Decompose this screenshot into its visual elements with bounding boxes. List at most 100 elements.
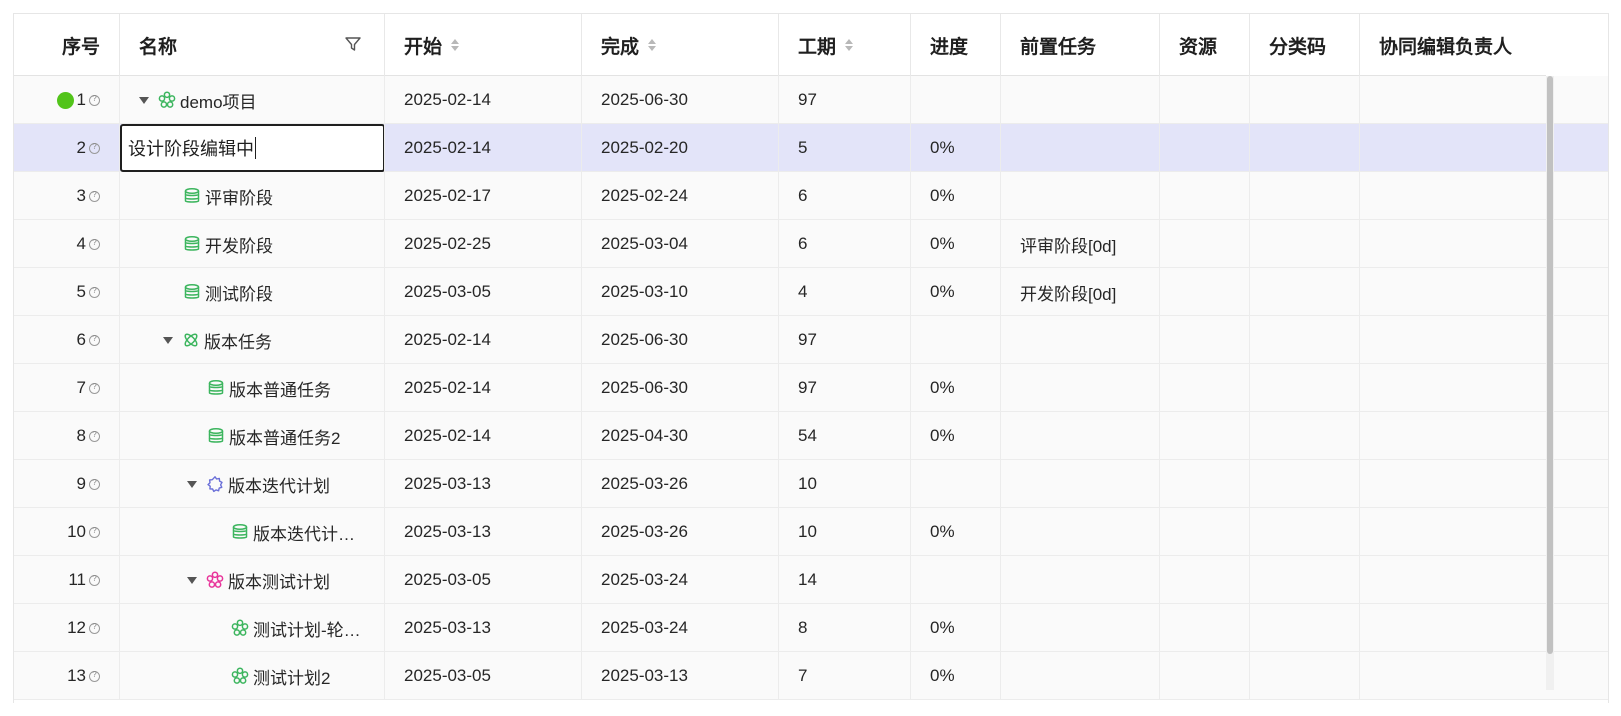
finish-cell[interactable]: 2025-03-13 — [582, 652, 779, 700]
table-row[interactable]: 5 测试阶段 2025-03-052025-03-1040%开发阶段[0d] — [14, 268, 1608, 316]
seq-cell[interactable]: 1 — [14, 76, 120, 124]
duration-cell[interactable]: 10 — [779, 508, 911, 556]
name-cell[interactable]: 测试计划-轮次1 — [120, 604, 385, 652]
predecessor-cell[interactable] — [1001, 316, 1160, 364]
table-row[interactable]: 8 版本普通任务2 2025-02-142025-04-30540% — [14, 412, 1608, 460]
expand-caret-icon[interactable] — [163, 336, 173, 344]
help-icon[interactable] — [89, 334, 100, 346]
start-cell[interactable]: 2025-02-25 — [385, 220, 582, 268]
seq-cell[interactable]: 5 — [14, 268, 120, 316]
sort-icon[interactable] — [451, 39, 460, 51]
resource-cell[interactable] — [1160, 412, 1250, 460]
predecessor-cell[interactable] — [1001, 604, 1160, 652]
co-editor-cell[interactable] — [1360, 460, 1546, 508]
co-editor-cell[interactable] — [1360, 268, 1546, 316]
start-cell[interactable]: 2025-03-13 — [385, 508, 582, 556]
finish-cell[interactable]: 2025-03-10 — [582, 268, 779, 316]
resource-cell[interactable] — [1160, 508, 1250, 556]
header-predecessor[interactable]: 前置任务 — [1001, 14, 1160, 76]
header-duration[interactable]: 工期 — [779, 14, 911, 76]
progress-cell[interactable]: 0% — [911, 220, 1001, 268]
duration-cell[interactable]: 97 — [779, 76, 911, 124]
help-icon[interactable] — [89, 478, 100, 490]
start-cell[interactable]: 2025-02-14 — [385, 316, 582, 364]
start-cell[interactable]: 2025-03-05 — [385, 268, 582, 316]
help-icon[interactable] — [89, 190, 100, 202]
finish-cell[interactable]: 2025-06-30 — [582, 316, 779, 364]
seq-cell[interactable]: 2 — [14, 124, 120, 172]
predecessor-cell[interactable] — [1001, 556, 1160, 604]
name-cell[interactable]: 评审阶段 — [120, 172, 385, 220]
finish-cell[interactable]: 2025-03-04 — [582, 220, 779, 268]
predecessor-cell[interactable] — [1001, 124, 1160, 172]
table-row[interactable]: 4 开发阶段 2025-02-252025-03-0460%评审阶段[0d] — [14, 220, 1608, 268]
duration-cell[interactable]: 54 — [779, 412, 911, 460]
duration-cell[interactable]: 8 — [779, 604, 911, 652]
seq-cell[interactable]: 3 — [14, 172, 120, 220]
category-cell[interactable] — [1250, 268, 1360, 316]
predecessor-cell[interactable] — [1001, 364, 1160, 412]
seq-cell[interactable]: 6 — [14, 316, 120, 364]
category-cell[interactable] — [1250, 220, 1360, 268]
category-cell[interactable] — [1250, 364, 1360, 412]
category-cell[interactable] — [1250, 172, 1360, 220]
name-cell[interactable]: 版本普通任务2 — [120, 412, 385, 460]
table-row[interactable]: 2设计阶段编辑中2025-02-142025-02-2050% — [14, 124, 1608, 172]
help-icon[interactable] — [89, 430, 100, 442]
vertical-scrollbar[interactable] — [1546, 76, 1554, 690]
help-icon[interactable] — [89, 142, 100, 154]
help-icon[interactable] — [89, 286, 100, 298]
expand-caret-icon[interactable] — [187, 480, 197, 488]
resource-cell[interactable] — [1160, 556, 1250, 604]
seq-cell[interactable]: 12 — [14, 604, 120, 652]
co-editor-cell[interactable] — [1360, 124, 1546, 172]
expand-caret-icon[interactable] — [139, 96, 149, 104]
duration-cell[interactable]: 97 — [779, 316, 911, 364]
start-cell[interactable]: 2025-02-14 — [385, 364, 582, 412]
table-row[interactable]: 6 版本任务 2025-02-142025-06-3097 — [14, 316, 1608, 364]
co-editor-cell[interactable] — [1360, 604, 1546, 652]
name-cell[interactable]: 测试阶段 — [120, 268, 385, 316]
co-editor-cell[interactable] — [1360, 172, 1546, 220]
filter-icon[interactable] — [344, 35, 362, 53]
help-icon[interactable] — [89, 94, 100, 106]
resource-cell[interactable] — [1160, 316, 1250, 364]
progress-cell[interactable]: 0% — [911, 364, 1001, 412]
name-cell[interactable]: 设计阶段编辑中 — [120, 124, 385, 172]
progress-cell[interactable]: 0% — [911, 172, 1001, 220]
resource-cell[interactable] — [1160, 364, 1250, 412]
help-icon[interactable] — [89, 574, 100, 586]
header-seq[interactable]: 序号 — [14, 14, 120, 76]
seq-cell[interactable]: 7 — [14, 364, 120, 412]
predecessor-cell[interactable] — [1001, 652, 1160, 700]
duration-cell[interactable]: 4 — [779, 268, 911, 316]
finish-cell[interactable]: 2025-06-30 — [582, 76, 779, 124]
progress-cell[interactable]: 0% — [911, 604, 1001, 652]
table-row[interactable]: 3 评审阶段 2025-02-172025-02-2460% — [14, 172, 1608, 220]
co-editor-cell[interactable] — [1360, 652, 1546, 700]
sort-icon[interactable] — [648, 39, 657, 51]
resource-cell[interactable] — [1160, 604, 1250, 652]
duration-cell[interactable]: 10 — [779, 460, 911, 508]
predecessor-cell[interactable] — [1001, 412, 1160, 460]
predecessor-cell[interactable] — [1001, 460, 1160, 508]
progress-cell[interactable] — [911, 76, 1001, 124]
finish-cell[interactable]: 2025-06-30 — [582, 364, 779, 412]
scrollbar-thumb[interactable] — [1547, 76, 1553, 654]
seq-cell[interactable]: 10 — [14, 508, 120, 556]
header-resource[interactable]: 资源 — [1160, 14, 1250, 76]
table-row[interactable]: 11 版本测试计划 2025-03-052025-03-2414 — [14, 556, 1608, 604]
name-cell[interactable]: 版本迭代计划 — [120, 460, 385, 508]
category-cell[interactable] — [1250, 508, 1360, 556]
duration-cell[interactable]: 6 — [779, 172, 911, 220]
header-name[interactable]: 名称 — [120, 14, 385, 76]
start-cell[interactable]: 2025-02-14 — [385, 76, 582, 124]
category-cell[interactable] — [1250, 316, 1360, 364]
header-finish[interactable]: 完成 — [582, 14, 779, 76]
finish-cell[interactable]: 2025-03-24 — [582, 556, 779, 604]
finish-cell[interactable]: 2025-03-24 — [582, 604, 779, 652]
progress-cell[interactable] — [911, 316, 1001, 364]
seq-cell[interactable]: 13 — [14, 652, 120, 700]
start-cell[interactable]: 2025-02-14 — [385, 412, 582, 460]
name-cell[interactable]: 开发阶段 — [120, 220, 385, 268]
